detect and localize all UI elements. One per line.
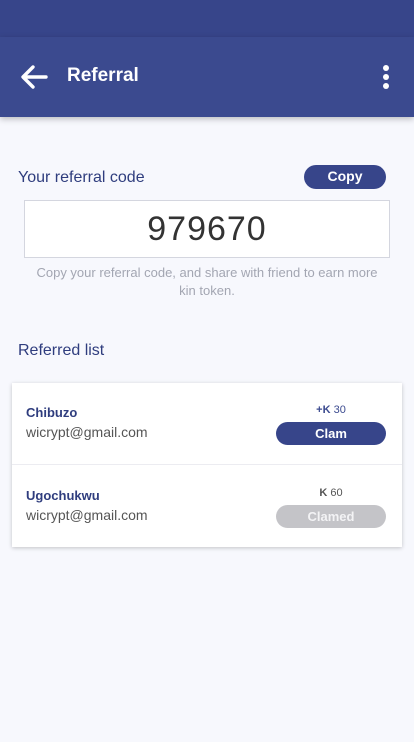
arrow-left-icon (21, 65, 48, 89)
referral-name: Chibuzo (26, 405, 78, 420)
copy-button[interactable]: Copy (304, 165, 386, 189)
kin-icon: K (322, 404, 331, 416)
referral-code-label: Your referral code (18, 169, 145, 186)
referral-name: Ugochukwu (26, 488, 100, 503)
claimed-button: Clamed (276, 505, 386, 528)
referral-email: wicrypt@gmail.com (26, 507, 148, 523)
more-options-button[interactable] (374, 61, 398, 93)
referral-amount: K 60 (276, 487, 386, 499)
kin-icon: K (319, 487, 328, 499)
referral-code-box: 979670 (24, 200, 390, 258)
referral-email: wicrypt@gmail.com (26, 424, 148, 440)
referral-amount: +K 30 (276, 404, 386, 416)
referred-list: Chibuzo wicrypt@gmail.com +K 30 Clam Ugo… (12, 383, 402, 547)
status-bar (0, 0, 414, 37)
list-item: Ugochukwu wicrypt@gmail.com K 60 Clamed (12, 466, 402, 548)
claim-button[interactable]: Clam (276, 422, 386, 445)
list-item: Chibuzo wicrypt@gmail.com +K 30 Clam (12, 383, 402, 465)
back-button[interactable] (18, 61, 58, 93)
referred-list-label: Referred list (18, 342, 105, 359)
page-title: Referral (67, 65, 139, 86)
amount-value: 30 (333, 404, 346, 416)
amount-value: 60 (330, 487, 343, 499)
referral-hint: Copy your referral code, and share with … (36, 265, 378, 298)
app-bar: Referral (0, 37, 414, 117)
